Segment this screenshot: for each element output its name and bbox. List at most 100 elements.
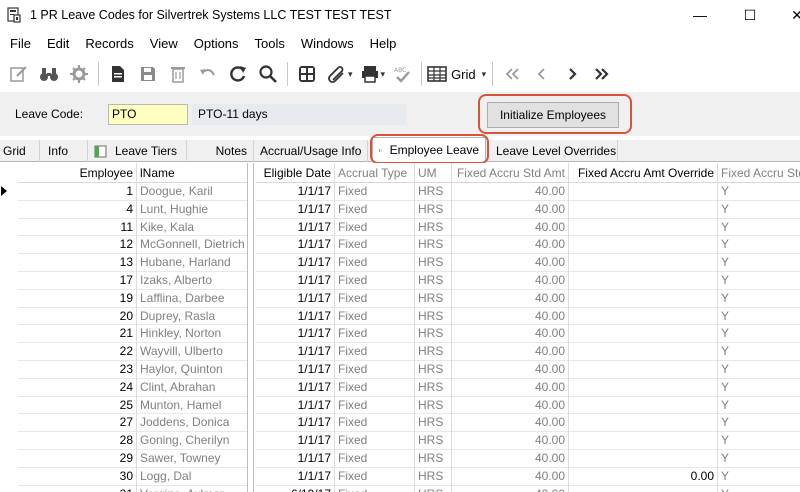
table-row[interactable]: 24 Clint, Abrahan 1/1/17 Fixed HRS 40.00 Y (0, 379, 800, 397)
table-row[interactable]: 23 Haylor, Quinton 1/1/17 Fixed HRS 40.00 Y (0, 361, 800, 379)
cell-fixed-accru-amt-override[interactable] (569, 361, 717, 379)
cell-name[interactable]: Joddens, Donica (137, 414, 247, 433)
cell-name[interactable]: Haylor, Quinton (137, 361, 247, 379)
cell-fixed-accru-std[interactable]: Y (718, 379, 800, 397)
column-header-fixed-accru-std[interactable]: Fixed Accru Std (718, 163, 800, 183)
cell-fixed-accru-std[interactable]: Y (718, 468, 800, 486)
edit-icon[interactable] (4, 59, 34, 89)
cell-employee[interactable]: 1 (18, 183, 136, 201)
table-row[interactable]: 20 Duprey, Rasla 1/1/17 Fixed HRS 40.00 Y (0, 308, 800, 326)
cell-accrual-type[interactable]: Fixed (335, 414, 414, 433)
table-row[interactable]: 21 Hinkley, Norton 1/1/17 Fixed HRS 40.00 Y (0, 325, 800, 344)
cell-fixed-accru-std-amt[interactable]: 40.00 (452, 219, 568, 237)
cell-um[interactable]: HRS (415, 397, 451, 415)
cell-fixed-accru-amt-override[interactable]: 0.00 (569, 468, 717, 486)
tab-leave-tiers[interactable]: Leave Tiers (88, 140, 187, 162)
delete-icon[interactable] (163, 59, 193, 89)
cell-accrual-type[interactable]: Fixed (335, 201, 414, 219)
leave-code-input[interactable]: PTO (108, 104, 188, 125)
menu-windows[interactable]: Windows (293, 36, 362, 51)
calculator-icon[interactable] (292, 59, 322, 89)
cell-fixed-accru-std[interactable]: Y (718, 236, 800, 255)
cell-name[interactable]: Vergine, Aylmar (137, 486, 247, 492)
cell-accrual-type[interactable]: Fixed (335, 343, 414, 361)
cell-employee[interactable]: 24 (18, 379, 136, 397)
cell-fixed-accru-std[interactable]: Y (718, 325, 800, 344)
tab-info[interactable]: Info (40, 140, 88, 162)
cell-employee[interactable]: 12 (18, 236, 136, 255)
cell-fixed-accru-amt-override[interactable] (569, 254, 717, 272)
cell-um[interactable]: HRS (415, 325, 451, 344)
menu-records[interactable]: Records (77, 36, 141, 51)
menu-view[interactable]: View (142, 36, 186, 51)
table-row[interactable]: 13 Hubane, Harland 1/1/17 Fixed HRS 40.00 Y (0, 254, 800, 272)
cell-accrual-type[interactable]: Fixed (335, 219, 414, 237)
cell-fixed-accru-amt-override[interactable] (569, 325, 717, 344)
cell-um[interactable]: HRS (415, 361, 451, 379)
maximize-button[interactable]: ☐ (727, 0, 773, 30)
cell-fixed-accru-amt-override[interactable] (569, 432, 717, 450)
search-icon[interactable] (253, 59, 283, 89)
cell-um[interactable]: HRS (415, 219, 451, 237)
cell-employee[interactable]: 11 (18, 219, 136, 237)
cell-um[interactable]: HRS (415, 236, 451, 255)
cell-eligible-date[interactable]: 1/1/17 (256, 201, 334, 219)
cell-um[interactable]: HRS (415, 468, 451, 486)
cell-fixed-accru-std[interactable]: Y (718, 183, 800, 201)
cell-fixed-accru-std-amt[interactable]: 40.00 (452, 236, 568, 255)
cell-eligible-date[interactable]: 1/1/17 (256, 325, 334, 344)
cell-eligible-date[interactable]: 1/1/17 (256, 379, 334, 397)
cell-um[interactable]: HRS (415, 272, 451, 290)
spellcheck-icon[interactable]: ABC (387, 59, 417, 89)
grid-view-label[interactable]: Grid (451, 67, 476, 82)
cell-fixed-accru-std[interactable]: Y (718, 450, 800, 468)
minimize-button[interactable]: — (677, 0, 723, 30)
cell-fixed-accru-std[interactable]: Y (718, 308, 800, 326)
cell-eligible-date[interactable]: 1/1/17 (256, 219, 334, 237)
cell-accrual-type[interactable]: Fixed (335, 379, 414, 397)
cell-employee[interactable]: 19 (18, 290, 136, 308)
cell-fixed-accru-std-amt[interactable]: 40.00 (452, 272, 568, 290)
table-row[interactable]: 25 Munton, Hamel 1/1/17 Fixed HRS 40.00 Y (0, 397, 800, 415)
cell-fixed-accru-amt-override[interactable] (569, 486, 717, 492)
cell-accrual-type[interactable]: Fixed (335, 468, 414, 486)
cell-eligible-date[interactable]: 1/1/17 (256, 468, 334, 486)
cell-um[interactable]: HRS (415, 308, 451, 326)
cell-eligible-date[interactable]: 1/1/17 (256, 343, 334, 361)
cell-accrual-type[interactable]: Fixed (335, 432, 414, 450)
cell-name[interactable]: Logg, Dal (137, 468, 247, 486)
cell-employee[interactable]: 28 (18, 432, 136, 450)
cell-fixed-accru-std-amt[interactable]: 40.00 (452, 325, 568, 344)
column-header-name[interactable]: lName (137, 163, 247, 183)
cell-name[interactable]: Lafflina, Darbee (137, 290, 247, 308)
cell-um[interactable]: HRS (415, 183, 451, 201)
cell-um[interactable]: HRS (415, 486, 451, 492)
employee-leave-grid[interactable]: Employee lName Eligible Date Accrual Typ… (0, 163, 800, 492)
cell-fixed-accru-amt-override[interactable] (569, 379, 717, 397)
cell-fixed-accru-std-amt[interactable]: 40.00 (452, 450, 568, 468)
cell-fixed-accru-std-amt[interactable]: 40.00 (452, 432, 568, 450)
table-row[interactable]: 12 McGonnell, Dietrich 1/1/17 Fixed HRS 40.00… (0, 236, 800, 255)
tab-notes[interactable]: Notes (187, 140, 254, 162)
previous-record-icon[interactable] (527, 59, 557, 89)
cell-fixed-accru-amt-override[interactable] (569, 397, 717, 415)
cell-name[interactable]: Munton, Hamel (137, 397, 247, 415)
cell-eligible-date[interactable]: 1/1/17 (256, 183, 334, 201)
cell-employee[interactable]: 27 (18, 414, 136, 433)
cell-name[interactable]: Clint, Abrahan (137, 379, 247, 397)
cell-fixed-accru-std[interactable]: Y (718, 219, 800, 237)
cell-fixed-accru-std-amt[interactable]: 40.00 (452, 183, 568, 201)
cell-fixed-accru-amt-override[interactable] (569, 183, 717, 201)
cell-fixed-accru-amt-override[interactable] (569, 236, 717, 255)
cell-eligible-date[interactable]: 1/1/17 (256, 254, 334, 272)
tab-accrual-usage-info[interactable]: Accrual/Usage Info (254, 140, 368, 162)
column-header-accrual-type[interactable]: Accrual Type (335, 163, 414, 183)
cell-accrual-type[interactable]: Fixed (335, 308, 414, 326)
column-header-fixed-accru-std-amt[interactable]: Fixed Accru Std Amt (452, 163, 568, 183)
tab-leave-level-overrides[interactable]: Leave Level Overrides (490, 140, 618, 162)
cell-eligible-date[interactable]: 1/1/17 (256, 414, 334, 433)
cell-fixed-accru-amt-override[interactable] (569, 414, 717, 433)
cell-fixed-accru-std-amt[interactable]: 40.00 (452, 254, 568, 272)
cell-accrual-type[interactable]: Fixed (335, 450, 414, 468)
menu-tools[interactable]: Tools (247, 36, 293, 51)
